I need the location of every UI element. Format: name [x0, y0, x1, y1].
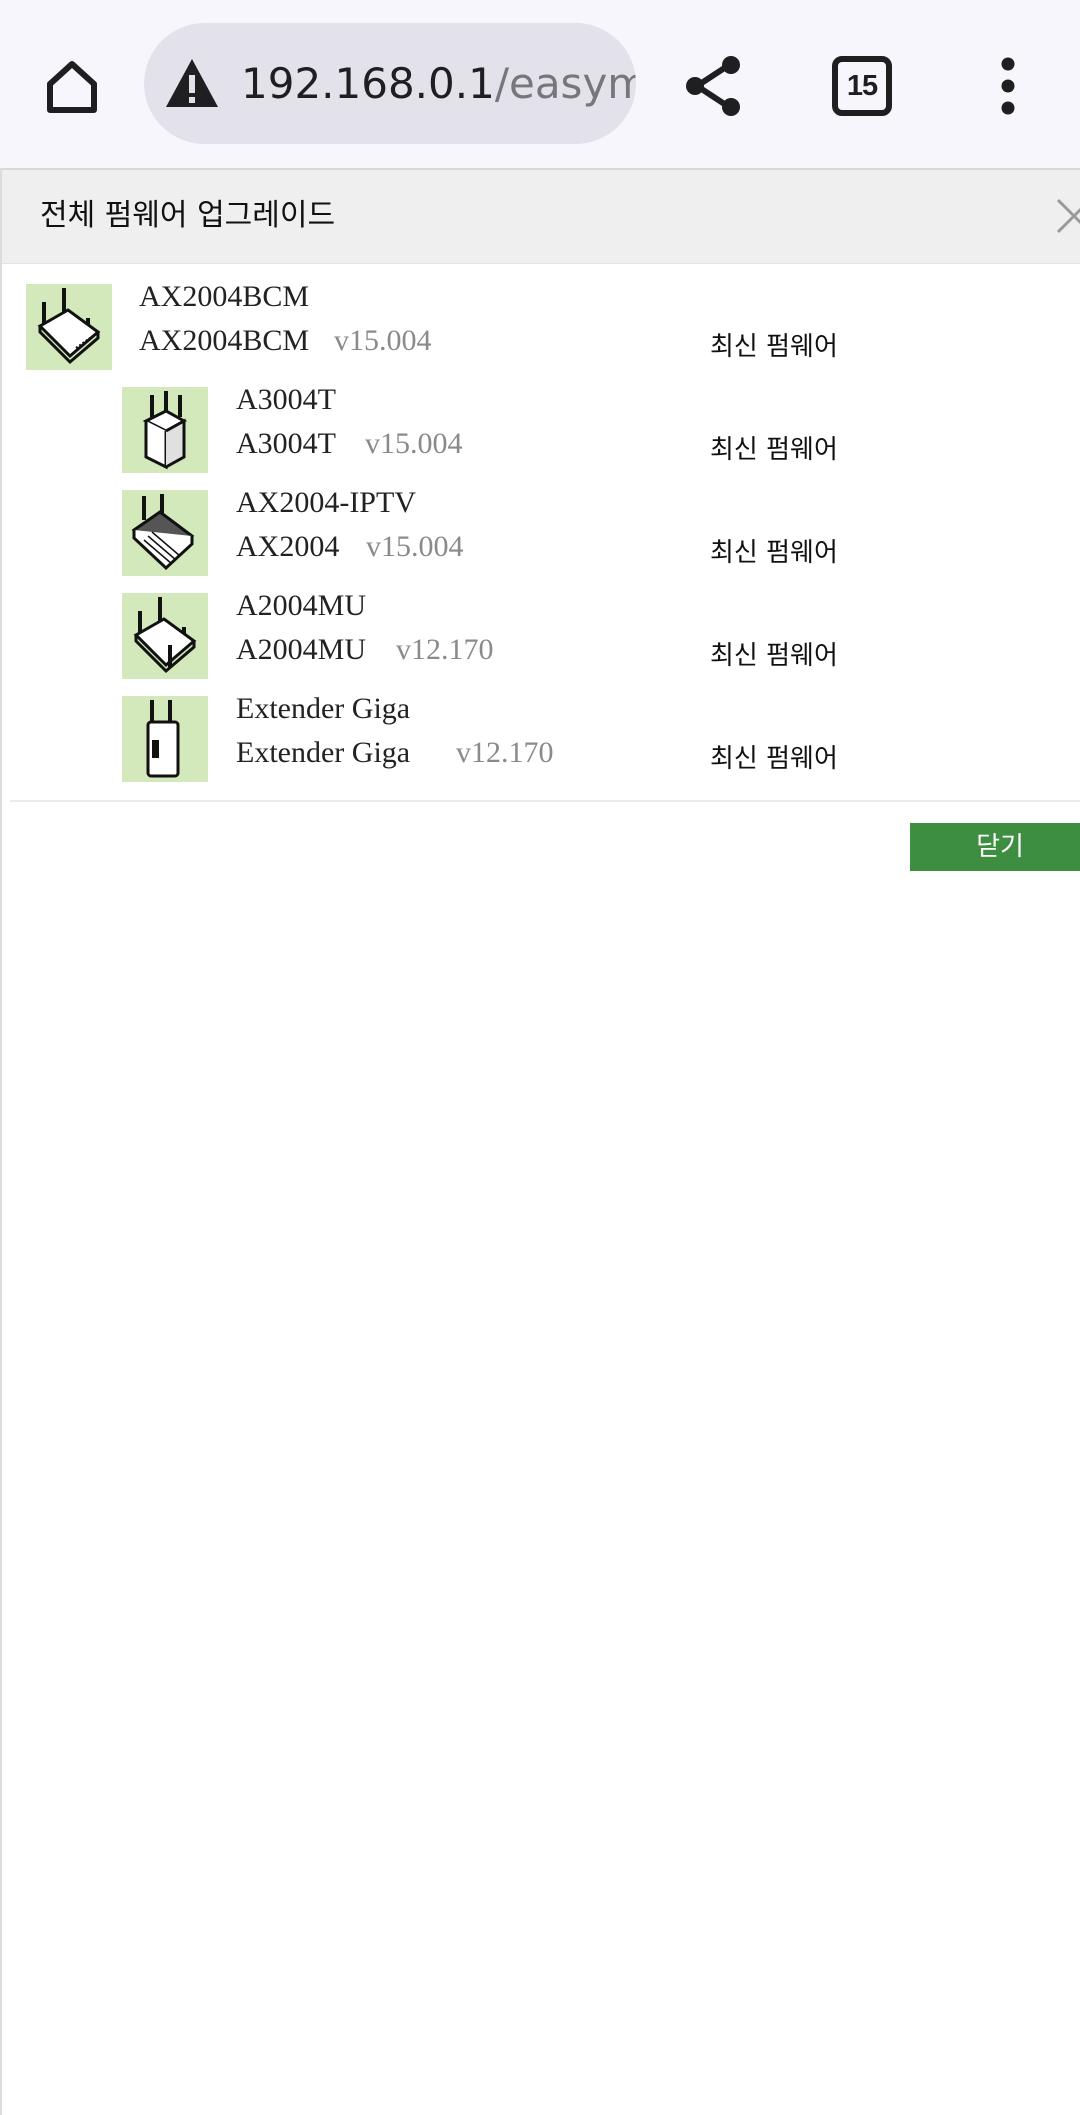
device-model: A2004MU [236, 633, 367, 666]
device-version: v15.004 [365, 427, 463, 460]
device-name: Extender Giga [236, 692, 411, 725]
home-button[interactable] [36, 50, 108, 122]
url-text: 192.168.0.1/easymesh [241, 23, 636, 144]
close-button[interactable]: 닫기 [910, 823, 1080, 871]
warning-icon [166, 59, 218, 107]
device-version: v15.004 [366, 530, 464, 563]
device-row: Extender Giga Extender Giga v12.170 최신 펌… [122, 692, 1080, 786]
device-model: AX2004BCM [139, 324, 310, 357]
device-status: 최신 펌웨어 [710, 641, 838, 671]
dialog-title: 전체 펌웨어 업그레이드 [40, 198, 336, 233]
extender-icon [122, 696, 208, 782]
browser-toolbar: 192.168.0.1/easymesh 15 [0, 0, 1080, 168]
dialog-header: 전체 펌웨어 업그레이드 [2, 168, 1080, 264]
device-name: A3004T [236, 383, 336, 416]
device-version: v12.170 [456, 736, 554, 769]
divider [10, 800, 1080, 802]
url-host: 192.168.0.1 [241, 59, 495, 108]
device-name: A2004MU [236, 589, 367, 622]
device-version: v12.170 [396, 633, 494, 666]
device-status: 최신 펌웨어 [710, 332, 838, 362]
router-cube-icon [122, 387, 208, 473]
device-name: AX2004-IPTV [236, 486, 416, 519]
device-row: AX2004-IPTV AX2004 v15.004 최신 펌웨어 [122, 486, 1080, 580]
router-4-antenna-icon [122, 593, 208, 679]
device-row: A2004MU A2004MU v12.170 최신 펌웨어 [122, 589, 1080, 683]
router-4-antenna-icon [26, 284, 112, 370]
close-icon[interactable] [1052, 194, 1080, 238]
url-path: /easymesh [494, 59, 636, 108]
device-model: AX2004 [236, 530, 340, 563]
firmware-upgrade-dialog: 전체 펌웨어 업그레이드 AX2004BCM AX2004BCM v15.004… [0, 168, 1080, 2115]
device-row: AX2004BCM AX2004BCM v15.004 최신 펌웨어 [26, 280, 1080, 374]
home-icon [47, 61, 97, 113]
device-row: A3004T A3004T v15.004 최신 펌웨어 [122, 383, 1080, 477]
device-model: Extender Giga [236, 736, 411, 769]
device-version: v15.004 [334, 324, 432, 357]
device-status: 최신 펌웨어 [710, 744, 838, 774]
share-icon [686, 56, 740, 116]
device-name: AX2004BCM [139, 280, 310, 313]
url-bar[interactable]: 192.168.0.1/easymesh [144, 23, 636, 144]
tab-switcher-button[interactable]: 15 [822, 46, 902, 126]
device-model: A3004T [236, 427, 336, 460]
device-status: 최신 펌웨어 [710, 538, 838, 568]
more-vert-icon [1001, 57, 1015, 115]
router-iptv-icon [122, 490, 208, 576]
more-options-button[interactable] [972, 48, 1044, 124]
share-button[interactable] [676, 48, 752, 124]
tab-count: 15 [832, 56, 892, 116]
device-status: 최신 펌웨어 [710, 435, 838, 465]
